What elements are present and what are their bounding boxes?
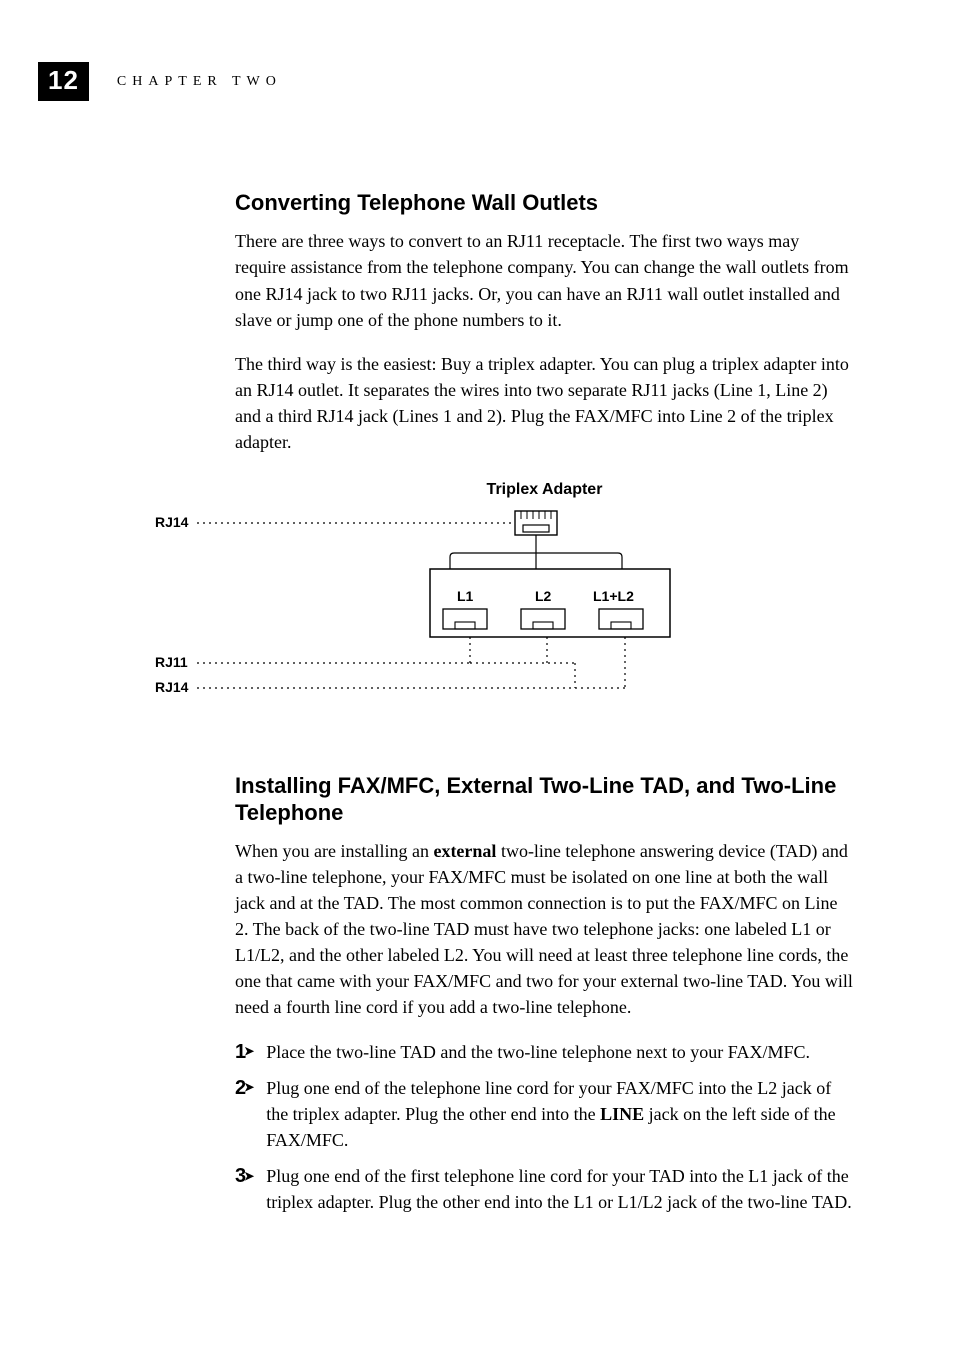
jack-l1-icon: [443, 609, 487, 629]
content-area: Converting Telephone Wall Outlets There …: [235, 60, 854, 1215]
step-arrow-icon: ➤: [244, 1080, 254, 1094]
para-install-1: When you are installing an external two-…: [235, 838, 854, 1021]
step-2-bold: LINE: [600, 1104, 644, 1124]
jack-l1l2-icon: [599, 609, 643, 629]
step-1-pre: Place the two-line TAD and the two-line …: [266, 1042, 810, 1062]
para-convert-2: The third way is the easiest: Buy a trip…: [235, 351, 854, 455]
page-header: 12 CHAPTER TWO: [38, 62, 282, 101]
label-rj14-bottom: RJ14: [155, 679, 189, 695]
label-rj11: RJ11: [155, 654, 188, 670]
step-1: 1➤ Place the two-line TAD and the two-li…: [235, 1039, 854, 1065]
step-arrow-icon: ➤: [244, 1044, 254, 1058]
step-1-text: Place the two-line TAD and the two-line …: [266, 1039, 854, 1065]
step-1-number: 1➤: [235, 1039, 256, 1065]
port-label-l1: L1: [457, 588, 474, 604]
para-install-1-post: two-line telephone answering device (TAD…: [235, 841, 853, 1018]
page-number-badge: 12: [38, 62, 89, 101]
step-2-number: 2➤: [235, 1075, 256, 1101]
step-3-pre: Plug one end of the first telephone line…: [266, 1166, 852, 1212]
step-3-text: Plug one end of the first telephone line…: [266, 1163, 854, 1215]
heading-installing: Installing FAX/MFC, External Two-Line TA…: [235, 773, 854, 826]
page: 12 CHAPTER TWO Converting Telephone Wall…: [0, 0, 954, 1348]
step-2: 2➤ Plug one end of the telephone line co…: [235, 1075, 854, 1153]
port-label-l1l2: L1+L2: [593, 588, 634, 604]
heading-converting: Converting Telephone Wall Outlets: [235, 190, 854, 216]
triplex-adapter-diagram: Triplex Adapter RJ14 RJ11 RJ14: [135, 481, 854, 717]
label-rj14-top: RJ14: [155, 514, 189, 530]
step-3-number: 3➤: [235, 1163, 256, 1189]
step-3: 3➤ Plug one end of the first telephone l…: [235, 1163, 854, 1215]
diagram-svg: RJ14 RJ11 RJ14: [135, 507, 855, 717]
top-plug-icon: [515, 511, 557, 535]
port-label-l2: L2: [535, 588, 552, 604]
para-convert-1: There are three ways to convert to an RJ…: [235, 228, 854, 332]
chapter-label: CHAPTER TWO: [117, 74, 282, 90]
para-install-1-pre: When you are installing an: [235, 841, 433, 861]
diagram-title: Triplex Adapter: [235, 481, 854, 499]
step-arrow-icon: ➤: [244, 1169, 254, 1183]
para-install-1-bold: external: [433, 841, 496, 861]
step-2-text: Plug one end of the telephone line cord …: [266, 1075, 854, 1153]
jack-l2-icon: [521, 609, 565, 629]
